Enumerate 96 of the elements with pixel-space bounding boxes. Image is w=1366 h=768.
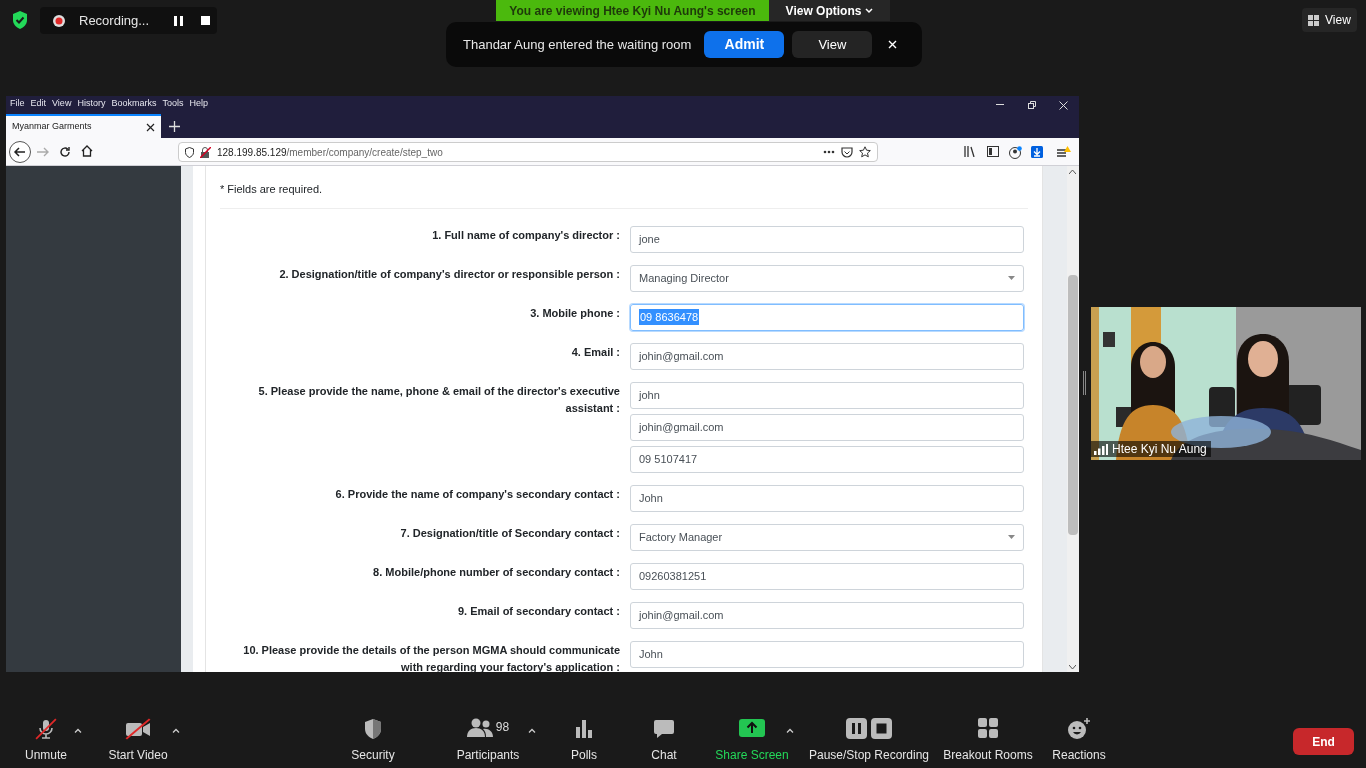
- shield-icon: [185, 146, 194, 158]
- address-bar[interactable]: 128.199.85.129/member/company/create/step_two: [178, 142, 878, 162]
- field-label: 1. Full name of company's director :: [431, 227, 620, 243]
- sidebar-icon[interactable]: [987, 146, 999, 157]
- pocket-icon[interactable]: [841, 146, 853, 158]
- chevron-down-icon: [865, 7, 874, 14]
- shield-icon: [363, 718, 383, 740]
- input-field[interactable]: john: [630, 381, 1024, 409]
- scrollbar-thumb[interactable]: [1068, 275, 1078, 535]
- caret-up-icon[interactable]: [74, 728, 82, 733]
- view-options-button[interactable]: View Options: [769, 0, 890, 21]
- bar-chart-icon: [574, 718, 594, 738]
- toolbar-button[interactable]: Pause/Stop Recording: [806, 718, 932, 764]
- pause-icon[interactable]: [174, 16, 183, 26]
- input-field[interactable]: johin@gmail.com: [630, 342, 1024, 370]
- admit-button[interactable]: Admit: [704, 31, 785, 58]
- caret-up-icon[interactable]: [172, 728, 180, 733]
- toolbar-button[interactable]: Polls: [560, 718, 608, 764]
- download-icon[interactable]: [1031, 146, 1043, 158]
- microphone-icon: [35, 718, 57, 740]
- menu-item[interactable]: Edit: [30, 97, 47, 111]
- menu-item[interactable]: File: [10, 97, 25, 111]
- input-field[interactable]: 09260381251: [630, 562, 1024, 590]
- url-text: 128.199.85.129/member/company/create/step_two: [217, 145, 444, 160]
- select-field[interactable]: Managing Director: [630, 264, 1024, 292]
- required-note: * Fields are required.: [220, 166, 1028, 209]
- account-icon[interactable]: [1009, 146, 1022, 159]
- field-label: 4. Email :: [570, 344, 620, 360]
- people-icon: [466, 718, 493, 738]
- pause-stop-icon: [846, 718, 892, 740]
- toolbar-button[interactable]: Share Screen: [713, 718, 791, 764]
- reload-icon[interactable]: [59, 146, 71, 158]
- view-participant-button[interactable]: View: [792, 31, 873, 58]
- library-icon[interactable]: [964, 146, 976, 157]
- signal-icon: [1094, 443, 1108, 455]
- toolbar-button[interactable]: Security: [343, 718, 403, 764]
- caret-up-icon[interactable]: [528, 728, 536, 733]
- participant-name: Htee Kyi Nu Aung: [1112, 441, 1207, 458]
- speech-bubble-icon: [653, 718, 675, 740]
- recording-label: Recording...: [79, 11, 150, 30]
- browser-tab[interactable]: Myanmar Garments: [6, 114, 161, 138]
- menu-item[interactable]: Help: [189, 97, 208, 111]
- input-field[interactable]: John: [630, 484, 1024, 512]
- record-dot-icon: [52, 13, 66, 28]
- grid-icon: [1308, 14, 1319, 26]
- toolbar-button[interactable]: Unmute: [16, 718, 76, 764]
- end-button[interactable]: End: [1293, 728, 1354, 755]
- dropdown-arrow-icon: [1008, 535, 1015, 539]
- restore-icon[interactable]: [1028, 101, 1036, 109]
- toolbar-button[interactable]: 98 Participants: [448, 718, 528, 764]
- insecure-lock-icon: [200, 146, 211, 158]
- resize-handle[interactable]: [1083, 371, 1086, 395]
- menu-icon[interactable]: [1057, 146, 1071, 159]
- dropdown-arrow-icon: [1008, 276, 1015, 280]
- new-tab-icon[interactable]: [169, 121, 180, 132]
- toolbar-button[interactable]: Reactions: [1048, 718, 1110, 764]
- menu-item[interactable]: Tools: [162, 97, 184, 111]
- menu-item[interactable]: History: [77, 97, 106, 111]
- select-field[interactable]: Factory Manager: [630, 523, 1024, 551]
- input-field[interactable]: jone: [630, 225, 1024, 253]
- input-field[interactable]: johin@gmail.com: [630, 601, 1024, 629]
- close-icon[interactable]: [1059, 101, 1068, 110]
- field-label: 6. Provide the name of company's secondary contact :: [334, 486, 620, 502]
- field-label: 7. Designation/title of Secondary contact :: [399, 525, 620, 541]
- field-label: 2. Designation/title of company's director or responsible person :: [278, 266, 620, 282]
- close-tab-icon[interactable]: [146, 122, 155, 132]
- home-icon[interactable]: [81, 145, 93, 157]
- field-label: 8. Mobile/phone number of secondary contact :: [372, 564, 620, 580]
- screen-share-banner: You are viewing Htee Kyi Nu Aung's screen: [496, 0, 769, 21]
- menu-item[interactable]: View: [52, 97, 72, 111]
- scroll-up-icon[interactable]: [1069, 170, 1076, 174]
- view-button[interactable]: View: [1302, 8, 1357, 32]
- scrollbar[interactable]: [1067, 166, 1079, 672]
- video-camera-icon: [125, 718, 151, 740]
- input-field[interactable]: 09 5107417: [630, 445, 1024, 473]
- smiley-icon: [1067, 718, 1091, 740]
- field-label: 10. Please provide the details of the person MGMA should communicate with regarding your factory's application :: [242, 642, 620, 672]
- back-icon[interactable]: [9, 141, 31, 163]
- more-icon[interactable]: [823, 150, 835, 154]
- encryption-shield-icon[interactable]: [12, 11, 28, 29]
- caret-up-icon[interactable]: [786, 728, 794, 733]
- field-label: 5. Please provide the name, phone & email of the director's executive assistant :: [257, 383, 620, 416]
- star-icon[interactable]: [859, 146, 871, 158]
- input-field[interactable]: John: [630, 640, 1024, 668]
- scroll-down-icon[interactable]: [1069, 665, 1076, 669]
- minimize-icon[interactable]: [996, 104, 1004, 106]
- menu-item[interactable]: Bookmarks: [111, 97, 157, 111]
- toolbar-button[interactable]: Chat: [640, 718, 688, 764]
- participant-count: 98: [495, 719, 510, 736]
- toolbar-button[interactable]: Start Video: [103, 718, 173, 764]
- notification-message: Thandar Aung entered the waiting room: [463, 35, 692, 54]
- grid-icon: [978, 718, 998, 738]
- field-label: 9. Email of secondary contact :: [457, 603, 620, 619]
- field-label: 3. Mobile phone :: [529, 305, 620, 321]
- input-field[interactable]: johin@gmail.com: [630, 413, 1024, 441]
- toolbar-button[interactable]: Breakout Rooms: [940, 718, 1036, 764]
